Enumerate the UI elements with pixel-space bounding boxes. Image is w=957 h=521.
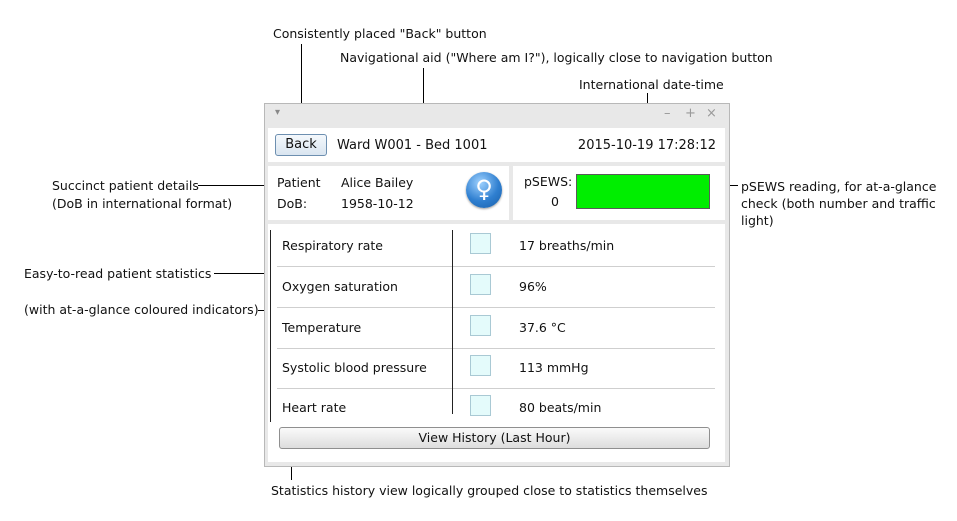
stat-label: Temperature (282, 320, 362, 335)
stat-value: 37.6 °C (519, 320, 566, 335)
annotation-date-time: International date-time (579, 77, 724, 92)
stat-value: 17 breaths/min (519, 238, 615, 253)
stats-bracket-line (270, 230, 271, 422)
leader-patient (198, 185, 267, 186)
title-bar: ▾ – + × (265, 104, 729, 128)
header-panel: Back Ward W001 - Bed 1001 2015-10-19 17:… (268, 128, 725, 162)
stat-row-temperature: Temperature 37.6 °C (277, 308, 715, 349)
stats-panel: Respiratory rate 17 breaths/min Oxygen s… (268, 224, 725, 462)
maximize-icon[interactable]: + (685, 106, 696, 121)
leader-stats (214, 273, 270, 274)
annotation-psews: pSEWS reading, for at-a-glance check (bo… (741, 179, 937, 228)
annotation-patient-details-2: (DoB in international format) (52, 196, 233, 211)
psews-score: 0 (551, 194, 559, 209)
stat-value: 96% (519, 279, 547, 294)
stat-label: Systolic blood pressure (282, 360, 427, 375)
stat-row-systolic-bp: Systolic blood pressure 113 mmHg (277, 348, 715, 389)
close-icon[interactable]: × (706, 106, 717, 121)
datetime-display: 2015-10-19 17:28:12 (577, 138, 716, 153)
dob-label: DoB: (277, 196, 308, 211)
annotation-stats: Easy-to-read patient statistics (24, 266, 212, 281)
view-history-button[interactable]: View History (Last Hour) (279, 427, 710, 449)
stat-value: 80 beats/min (519, 400, 602, 415)
stat-indicator (470, 395, 491, 416)
app-window: ▾ – + × Back Ward W001 - Bed 1001 2015-1… (264, 103, 730, 467)
location-breadcrumb: Ward W001 - Bed 1001 (337, 138, 488, 153)
stat-label: Heart rate (282, 400, 347, 415)
stat-label: Respiratory rate (282, 238, 383, 253)
stat-indicator (470, 274, 491, 295)
stat-row-respiratory-rate: Respiratory rate 17 breaths/min (277, 226, 715, 267)
psews-traffic-light (576, 174, 710, 209)
annotation-history: Statistics history view logically groupe… (271, 483, 708, 498)
annotation-back-button: Consistently placed "Back" button (273, 26, 487, 41)
stat-row-heart-rate: Heart rate 80 beats/min (277, 388, 715, 428)
annotation-patient-details-1: Succinct patient details (52, 178, 199, 193)
stat-row-oxygen-saturation: Oxygen saturation 96% (277, 267, 715, 308)
psews-label: pSEWS: (524, 174, 573, 189)
window-menu-icon[interactable]: ▾ (275, 107, 280, 118)
minimize-icon[interactable]: – (664, 106, 671, 121)
annotation-indicators: (with at-a-glance coloured indicators) (24, 302, 259, 317)
patient-name: Alice Bailey (341, 175, 414, 190)
stat-indicator (470, 315, 491, 336)
stat-indicator (470, 355, 491, 376)
female-gender-icon: ♀ (466, 172, 502, 208)
patient-name-label: Patient (277, 175, 321, 190)
stat-indicator (470, 233, 491, 254)
dob-value: 1958-10-12 (341, 196, 414, 211)
stat-label: Oxygen saturation (282, 279, 398, 294)
annotation-nav-aid: Navigational aid ("Where am I?"), logica… (340, 50, 773, 65)
stat-value: 113 mmHg (519, 360, 589, 375)
indicators-bracket-line (452, 230, 453, 414)
patient-details-panel: Patient Alice Bailey DoB: 1958-10-12 ♀ (268, 166, 509, 220)
psews-panel: pSEWS: 0 (513, 166, 725, 220)
back-button[interactable]: Back (275, 134, 327, 156)
